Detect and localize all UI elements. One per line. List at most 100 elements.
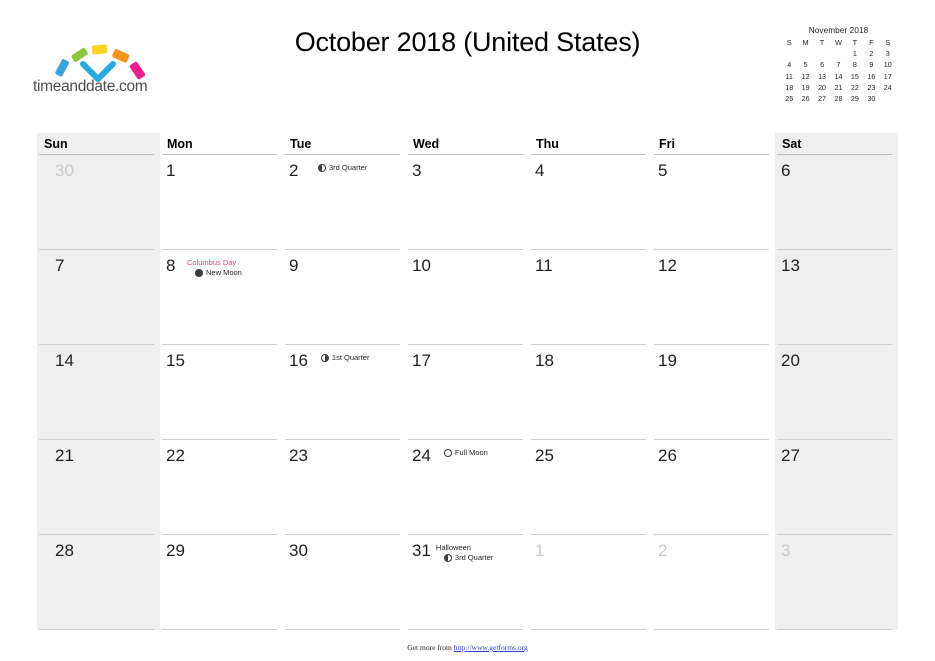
calendar-day-cell[interactable]: 27 (775, 440, 898, 535)
mini-day-2[interactable]: 2 (863, 50, 879, 58)
day-cell-content: 1 (529, 535, 652, 630)
day-cell-content: 15 (160, 345, 283, 440)
weekday-header-fri: Fri (652, 133, 775, 155)
mini-day-29[interactable]: 29 (847, 94, 863, 103)
calendar-day-cell[interactable]: 24 Full Moon (406, 440, 529, 535)
calendar-day-cell[interactable]: 15 (160, 345, 283, 440)
calendar-day-cell[interactable]: 2 (652, 535, 775, 630)
calendar-day-cell[interactable]: 8 Columbus Day New Moon (160, 250, 283, 345)
moon-phase-event: 3rd Quarter (310, 163, 400, 173)
calendar-day-cell[interactable]: 7 (37, 250, 160, 345)
calendar-day-cell[interactable]: 21 (37, 440, 160, 535)
calendar-day-cell[interactable]: 2 3rd Quarter (283, 155, 406, 250)
mini-day-6[interactable]: 6 (814, 61, 830, 69)
calendar-day-cell[interactable]: 23 (283, 440, 406, 535)
mini-day-1[interactable]: 1 (847, 50, 863, 58)
mini-day-30[interactable]: 30 (863, 94, 879, 103)
third-quarter-icon (318, 164, 326, 172)
moon-phase-event: 1st Quarter (313, 353, 400, 363)
calendar-day-cell[interactable]: 25 (529, 440, 652, 535)
day-cell-content: 20 (775, 345, 898, 440)
mini-day-25[interactable]: 25 (781, 94, 797, 103)
mini-day-4[interactable]: 4 (781, 61, 797, 69)
calendar-day-cell[interactable]: 18 (529, 345, 652, 440)
mini-day-28[interactable]: 28 (830, 94, 846, 103)
calendar-day-cell[interactable]: 12 (652, 250, 775, 345)
calendar-day-cell[interactable]: 30 (283, 535, 406, 630)
event-label: Full Moon (454, 448, 488, 457)
mini-day-13[interactable]: 13 (814, 72, 830, 81)
mini-day-7[interactable]: 7 (830, 61, 846, 69)
mini-day-8[interactable]: 8 (847, 61, 863, 69)
mini-day-22[interactable]: 22 (847, 83, 863, 92)
mini-day-3[interactable]: 3 (880, 50, 896, 58)
calendar-day-cell[interactable]: 17 (406, 345, 529, 440)
calendar-day-cell[interactable]: 4 (529, 155, 652, 250)
calendar-day-cell[interactable]: 31 Halloween 3rd Quarter (406, 535, 529, 630)
calendar-day-cell[interactable]: 10 (406, 250, 529, 345)
mini-day-27[interactable]: 27 (814, 94, 830, 103)
mini-day-21[interactable]: 21 (830, 83, 846, 92)
mini-day-16[interactable]: 16 (863, 72, 879, 81)
calendar-day-cell[interactable]: 1 (160, 155, 283, 250)
calendar-day-cell[interactable]: 5 (652, 155, 775, 250)
calendar-weeks: 30 1 2 3rd Quarter 3 4 5 6 7 8 Columbus Day New Moo… (37, 155, 898, 630)
mini-day-17[interactable]: 17 (880, 72, 896, 81)
weekday-label: Wed (413, 137, 440, 151)
cell-rule (162, 629, 277, 630)
day-cell-content: 2 (652, 535, 775, 630)
mini-day-5[interactable]: 5 (797, 61, 813, 69)
day-cell-content: 18 (529, 345, 652, 440)
cell-rule (39, 629, 154, 630)
day-number: 27 (781, 446, 800, 465)
mini-day-19[interactable]: 19 (797, 83, 813, 92)
weekday-header-sat: Sat (775, 133, 898, 155)
mini-day-10[interactable]: 10 (880, 61, 896, 69)
day-cell-content: 17 (406, 345, 529, 440)
mini-day-9[interactable]: 9 (863, 61, 879, 69)
calendar-day-cell[interactable]: 6 (775, 155, 898, 250)
calendar-day-cell[interactable]: 30 (37, 155, 160, 250)
mini-day-11[interactable]: 11 (781, 72, 797, 81)
calendar-day-cell[interactable]: 1 (529, 535, 652, 630)
mini-day-18[interactable]: 18 (781, 83, 797, 92)
weekday-header-tue: Tue (283, 133, 406, 155)
calendar-day-cell[interactable]: 14 (37, 345, 160, 440)
mini-day-14[interactable]: 14 (830, 72, 846, 81)
weekday-label: Thu (536, 137, 559, 151)
calendar-day-cell[interactable]: 11 (529, 250, 652, 345)
day-events: Columbus Day New Moon (187, 256, 277, 278)
mini-day-26[interactable]: 26 (797, 94, 813, 103)
mini-day-15[interactable]: 15 (847, 72, 863, 81)
calendar-day-cell[interactable]: 26 (652, 440, 775, 535)
calendar-day-cell[interactable]: 13 (775, 250, 898, 345)
calendar-day-cell[interactable]: 29 (160, 535, 283, 630)
weekday-header-thu: Thu (529, 133, 652, 155)
mini-month-grid: SMTWTFS....12345678910111213141516171819… (781, 39, 896, 103)
calendar-week-row: 21 22 23 24 Full Moon 25 26 27 (37, 440, 898, 535)
calendar-day-cell[interactable]: 16 1st Quarter (283, 345, 406, 440)
day-number: 12 (658, 256, 677, 275)
mini-day-23[interactable]: 23 (863, 83, 879, 92)
calendar-day-cell[interactable]: 3 (775, 535, 898, 630)
calendar-day-cell[interactable]: 28 (37, 535, 160, 630)
footer-link[interactable]: http://www.getforms.org (454, 643, 528, 652)
calendar-day-cell[interactable]: 9 (283, 250, 406, 345)
mini-month-november: November 2018 SMTWTFS....123456789101112… (781, 26, 896, 103)
calendar-day-cell[interactable]: 3 (406, 155, 529, 250)
event-label: 3rd Quarter (329, 163, 368, 172)
moon-phase-event: Full Moon (436, 448, 523, 458)
day-cell-content: 22 (160, 440, 283, 535)
calendar-day-cell[interactable]: 19 (652, 345, 775, 440)
day-number: 24 (412, 446, 431, 465)
moon-phase-event: 3rd Quarter (436, 553, 523, 563)
mini-day-24[interactable]: 24 (880, 83, 896, 92)
day-number: 15 (166, 351, 185, 370)
calendar-day-cell[interactable]: 20 (775, 345, 898, 440)
day-cell-content: 7 (37, 250, 160, 345)
mini-dow-0: S (786, 38, 792, 47)
mini-day-12[interactable]: 12 (797, 72, 813, 81)
mini-dow-5: F (869, 38, 874, 47)
calendar-day-cell[interactable]: 22 (160, 440, 283, 535)
mini-day-20[interactable]: 20 (814, 83, 830, 92)
